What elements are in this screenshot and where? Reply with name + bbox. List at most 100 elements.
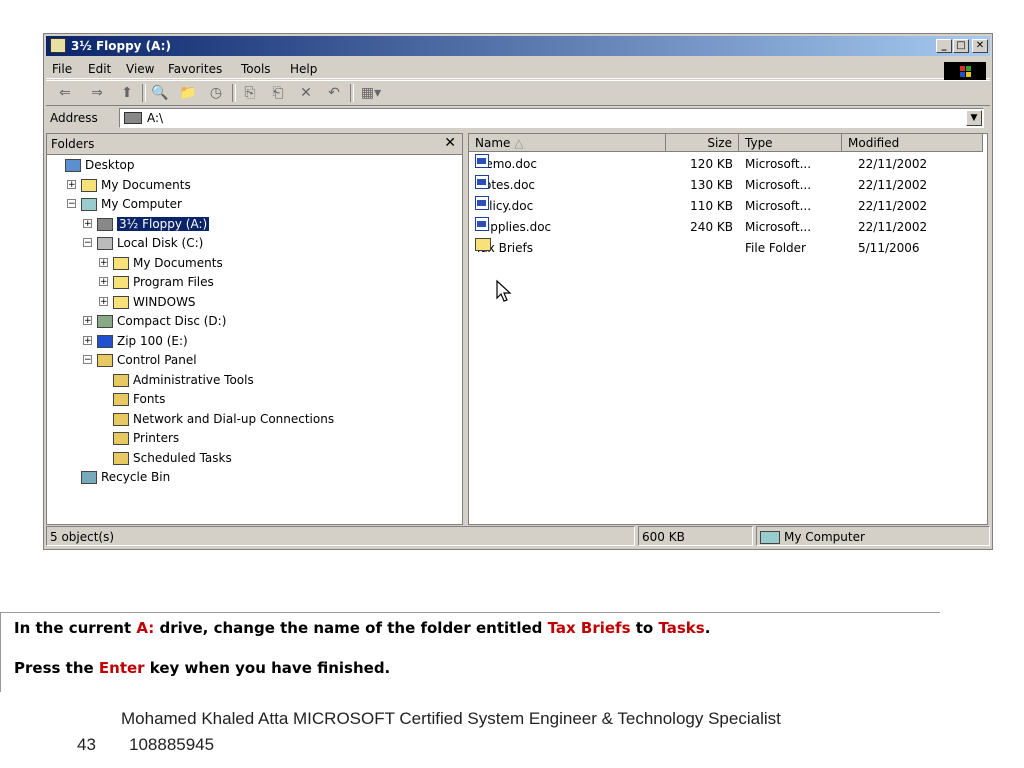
back-button[interactable]: ⇐ — [50, 84, 80, 102]
folder-icon — [113, 256, 129, 270]
move-to-button[interactable]: ⎘ — [238, 84, 262, 102]
tree-item[interactable]: Administrative Tools — [113, 371, 254, 389]
tree-item[interactable]: − My Computer — [67, 195, 182, 213]
minimize-button[interactable]: _ — [936, 39, 952, 53]
search-button[interactable]: 🔍 — [148, 84, 172, 102]
file-row[interactable]: Notes.doc 130 KB Microsoft... 22/11/2002 — [469, 175, 987, 196]
file-type-cell: File Folder — [745, 241, 806, 255]
file-name-cell: Supplies.doc — [475, 217, 551, 238]
tree-item[interactable]: Recycle Bin — [81, 468, 170, 486]
folder-icon — [81, 471, 97, 484]
views-button[interactable]: ▦▾ — [356, 84, 386, 102]
tree-item[interactable]: − Local Disk (C:) — [83, 234, 204, 252]
tree-item-label: Desktop — [85, 158, 135, 172]
folder-icon — [113, 451, 129, 465]
tree-item-label: Fonts — [133, 392, 166, 406]
file-modified-cell: 22/11/2002 — [858, 178, 928, 192]
collapse-icon[interactable]: − — [83, 355, 92, 365]
file-row[interactable]: Supplies.doc 240 KB Microsoft... 22/11/2002 — [469, 217, 987, 238]
menu-favorites[interactable]: Favorites — [168, 62, 222, 76]
tree-item[interactable]: + Zip 100 (E:) — [83, 332, 188, 350]
tree-item[interactable]: + My Documents — [67, 176, 191, 194]
expand-icon[interactable]: + — [83, 218, 92, 228]
menu-bar: File Edit View Favorites Tools Help — [46, 58, 990, 80]
tree-item[interactable]: Scheduled Tasks — [113, 449, 232, 467]
status-object-count: 5 object(s) — [46, 526, 635, 546]
file-modified-cell: 22/11/2002 — [858, 157, 928, 171]
instruction-line-1: In the current A: drive, change the name… — [14, 619, 710, 637]
folders-header: Folders ✕ — [47, 134, 462, 155]
folder-icon — [97, 217, 113, 231]
instr-text: In the current — [14, 619, 137, 637]
tree-item[interactable]: + WINDOWS — [99, 293, 196, 311]
tree-item[interactable]: − Control Panel — [83, 351, 197, 369]
tree-item[interactable]: +3½ Floppy (A:) — [83, 215, 210, 233]
expand-icon[interactable]: + — [67, 179, 76, 189]
file-row[interactable]: Tax Briefs File Folder 5/11/2006 — [469, 238, 987, 259]
expand-icon[interactable]: + — [83, 335, 92, 345]
instr-text: drive, change the name of the folder ent… — [154, 619, 548, 637]
collapse-icon[interactable]: − — [67, 199, 76, 209]
status-location-label: My Computer — [784, 530, 865, 544]
forward-button[interactable]: ⇒ — [82, 84, 112, 102]
close-button[interactable]: ✕ — [972, 39, 988, 53]
collapse-icon[interactable]: − — [83, 238, 92, 248]
tree-item[interactable]: + Compact Disc (D:) — [83, 312, 227, 330]
address-dropdown-button[interactable]: ▼ — [966, 110, 982, 126]
address-label: Address — [50, 111, 98, 125]
tree-item[interactable]: + Program Files — [99, 273, 214, 291]
menu-tools[interactable]: Tools — [241, 62, 271, 76]
file-name-cell: Notes.doc — [475, 175, 535, 196]
close-folders-pane-button[interactable]: ✕ — [444, 135, 456, 151]
folders-button[interactable]: 📁 — [176, 84, 200, 102]
undo-button[interactable]: ↶ — [322, 84, 346, 102]
instruction-line-2: Press the Enter key when you have finish… — [14, 659, 390, 677]
status-bar: 5 object(s) 600 KB My Computer — [46, 526, 990, 546]
menu-help[interactable]: Help — [290, 62, 317, 76]
tree-item[interactable]: Network and Dial-up Connections — [113, 410, 334, 428]
file-type-cell: Microsoft... — [745, 157, 812, 171]
file-row[interactable]: Memo.doc 120 KB Microsoft... 22/11/2002 — [469, 154, 987, 175]
expand-icon[interactable]: + — [83, 316, 92, 326]
title-bar[interactable]: 3½ Floppy (A:) _ □ ✕ — [46, 36, 990, 56]
menu-file[interactable]: File — [52, 62, 72, 76]
tree-item-label: Administrative Tools — [133, 372, 254, 387]
instr-old-name: Tax Briefs — [547, 619, 631, 637]
delete-button[interactable]: ✕ — [294, 84, 318, 102]
tree-item[interactable]: Printers — [113, 429, 179, 447]
column-header-name[interactable]: Name △ — [469, 134, 666, 152]
instruction-box: In the current A: drive, change the name… — [0, 612, 940, 692]
history-button[interactable]: ◷ — [204, 84, 228, 102]
window-title: 3½ Floppy (A:) — [71, 39, 171, 53]
status-location: My Computer — [756, 526, 990, 546]
file-row[interactable]: Policy.doc 110 KB Microsoft... 22/11/2002 — [469, 196, 987, 217]
address-input[interactable]: A:\ ▼ — [119, 108, 984, 128]
expand-icon[interactable]: + — [99, 296, 108, 306]
windows-logo-icon — [944, 62, 986, 80]
column-header-size[interactable]: Size — [666, 134, 739, 152]
tree-item[interactable]: Desktop — [65, 156, 135, 174]
maximize-button[interactable]: □ — [953, 39, 969, 53]
expand-icon[interactable]: + — [99, 277, 108, 287]
expand-icon[interactable]: + — [99, 257, 108, 267]
tree-item-label: Compact Disc (D:) — [117, 314, 227, 328]
instr-drive: A: — [136, 619, 155, 637]
file-size-cell: 240 KB — [690, 220, 733, 234]
copy-to-button[interactable]: ⎗ — [266, 84, 290, 102]
word-doc-icon — [475, 175, 489, 189]
menu-edit[interactable]: Edit — [88, 62, 111, 76]
tree-item-label: Control Panel — [117, 353, 197, 367]
tree-item[interactable]: + My Documents — [99, 254, 223, 272]
up-button[interactable]: ⬆ — [116, 84, 138, 102]
word-doc-icon — [475, 196, 489, 210]
column-header-modified[interactable]: Modified — [842, 134, 983, 152]
my-computer-icon — [760, 531, 780, 544]
file-list-pane: Name △ Size Type Modified Memo.doc 120 KB… — [468, 133, 988, 525]
file-type-cell: Microsoft... — [745, 178, 812, 192]
footer-credit: Mohamed Khaled Atta MICROSOFT Certified … — [121, 709, 781, 728]
tree-item[interactable]: Fonts — [113, 390, 165, 408]
tree-item-label: Local Disk (C:) — [117, 236, 204, 250]
column-header-type[interactable]: Type — [739, 134, 842, 152]
tree-item-label: My Documents — [133, 255, 223, 270]
menu-view[interactable]: View — [126, 62, 154, 76]
